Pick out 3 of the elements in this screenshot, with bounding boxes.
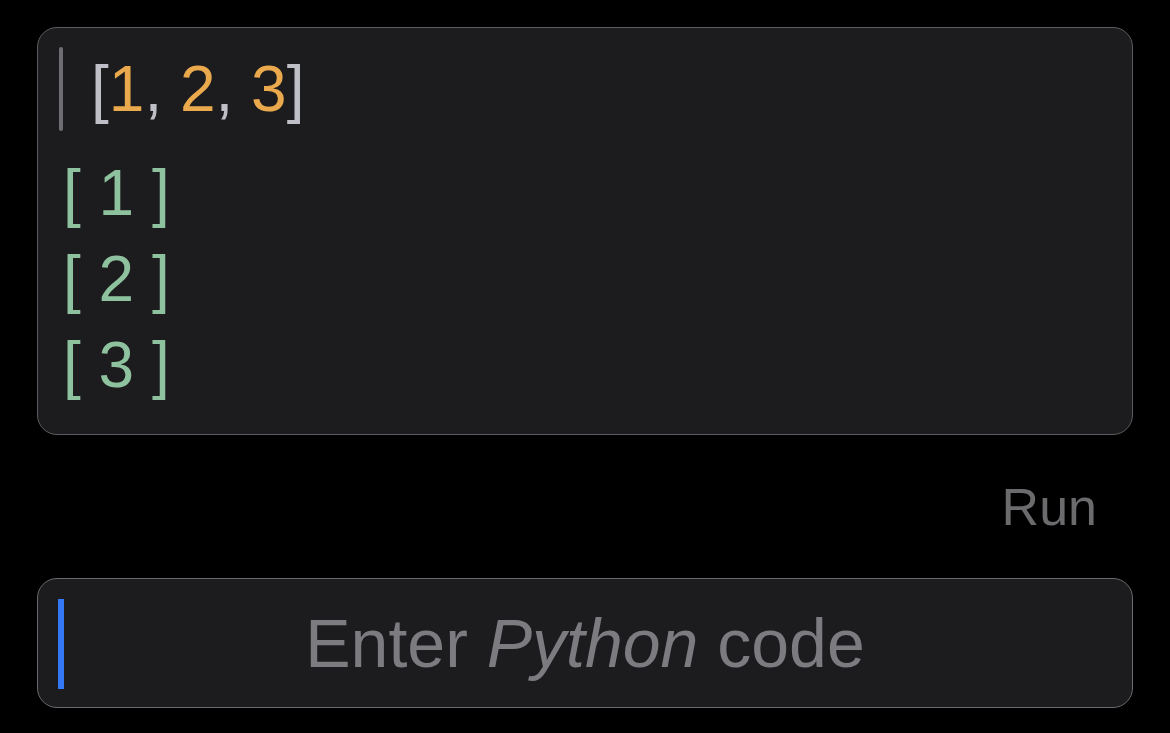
code-input-field[interactable]: Enter Python code [37,578,1133,708]
text-cursor-icon [58,599,64,689]
text-cursor-icon [59,47,63,131]
